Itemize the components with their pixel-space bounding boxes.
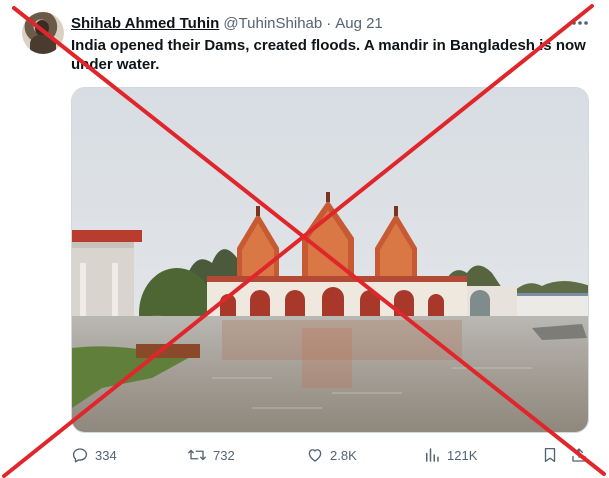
display-name[interactable]: Shihab Ahmed Tuhin (71, 15, 219, 32)
share-button[interactable] (570, 444, 594, 466)
avatar[interactable] (22, 12, 64, 54)
avatar-head (35, 20, 49, 36)
tweet-text: India opened their Dams, created floods.… (71, 37, 586, 73)
views-button[interactable]: 121K (423, 444, 477, 466)
like-count: 2.8K (330, 447, 357, 463)
tweet-actions-bar: 334 732 2.8K 121K (71, 444, 591, 466)
tweet-card[interactable]: Shihab Ahmed Tuhin @TuhinShihab · Aug 21… (0, 0, 609, 478)
repost-count: 732 (213, 447, 235, 463)
reply-button[interactable]: 334 (71, 444, 117, 466)
tweet-photo[interactable] (71, 87, 589, 433)
repost-icon (188, 449, 206, 461)
reply-count: 334 (95, 447, 117, 463)
reply-icon (72, 448, 88, 463)
separator-dot: · (326, 14, 332, 32)
bookmark-button[interactable] (541, 444, 565, 466)
bookmark-icon (544, 447, 556, 463)
views-icon (426, 448, 439, 462)
heart-icon (308, 449, 322, 462)
tweet-date[interactable]: Aug 21 (335, 15, 383, 32)
user-handle[interactable]: @TuhinShihab (223, 15, 322, 32)
view-count: 121K (447, 447, 478, 463)
share-icon (572, 448, 586, 462)
like-button[interactable]: 2.8K (306, 444, 357, 466)
flooded-temple-image (72, 88, 588, 432)
avatar-body (30, 35, 56, 54)
repost-button[interactable]: 732 (187, 444, 235, 466)
more-horizontal-icon[interactable] (569, 12, 591, 34)
tweet-header: Shihab Ahmed Tuhin @TuhinShihab · Aug 21 (71, 13, 383, 33)
